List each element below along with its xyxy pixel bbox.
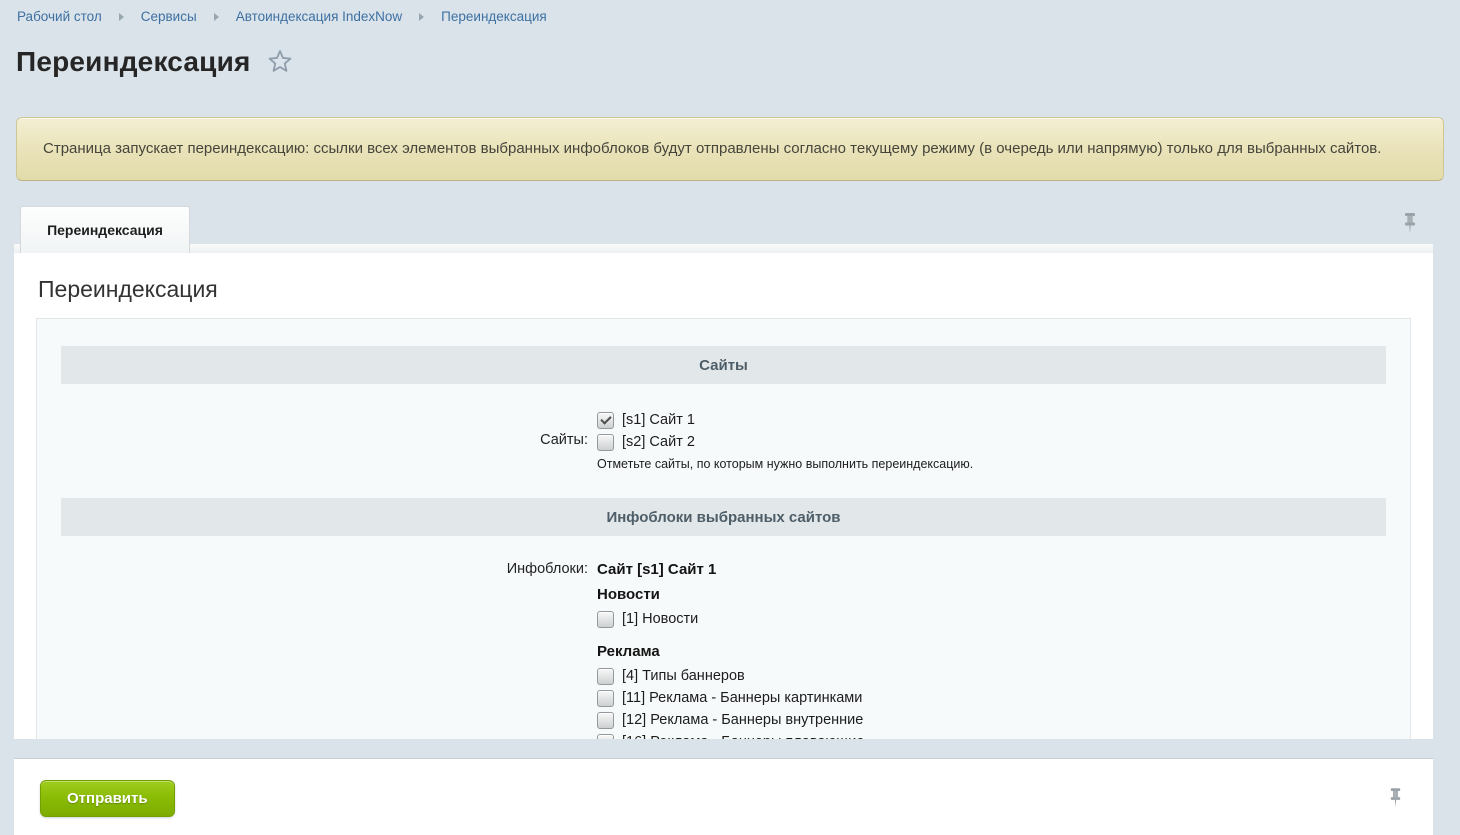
checkbox-infoblock-16[interactable]: [597, 734, 614, 740]
checkbox-site-s1[interactable]: [597, 412, 614, 429]
checkbox-label: [16] Реклама - Баннеры плавающие: [622, 734, 864, 739]
infoblock-checkbox-row[interactable]: [16] Реклама - Баннеры плавающие: [597, 731, 1410, 739]
section-header-sites: Сайты: [61, 346, 1386, 384]
form-box: Сайты Сайты: [s1] Сайт 1 [s2] Сайт 2 Отм…: [36, 318, 1411, 739]
pushpin-icon[interactable]: [1388, 787, 1403, 815]
site-checkbox-row[interactable]: [s1] Сайт 1: [597, 409, 1410, 431]
tab-label: Переиндексация: [47, 222, 163, 238]
breadcrumb-link-services[interactable]: Сервисы: [141, 9, 197, 24]
tab-strip: Переиндексация: [14, 203, 1433, 253]
infoblock-checkbox-row[interactable]: [1] Новости: [597, 608, 1410, 630]
section-header-infoblocks: Инфоблоки выбранных сайтов: [61, 498, 1386, 536]
sites-field-note: Отметьте сайты, по которым нужно выполни…: [597, 457, 1410, 471]
page-title-row: Переиндексация: [0, 24, 1460, 80]
checkbox-site-s2[interactable]: [597, 434, 614, 451]
breadcrumb: Рабочий стол Сервисы Автоиндексация Inde…: [0, 0, 1460, 24]
notice-text: Страница запускает переиндексацию: ссылк…: [43, 140, 1381, 157]
notice-banner: Страница запускает переиндексацию: ссылк…: [16, 117, 1444, 181]
infoblock-checkbox-row[interactable]: [12] Реклама - Баннеры внутренние: [597, 709, 1410, 731]
infoblocks-field-row: Инфоблоки: Сайт [s1] Сайт 1 Новости [1] …: [37, 561, 1410, 739]
infoblock-checkbox-row[interactable]: [4] Типы баннеров: [597, 665, 1410, 687]
infoblocks-field-value: Сайт [s1] Сайт 1 Новости [1] Новости Рек…: [597, 561, 1410, 739]
tab-reindex[interactable]: Переиндексация: [20, 206, 190, 253]
form-heading: Переиндексация: [14, 253, 1433, 303]
breadcrumb-separator-icon: [119, 13, 124, 21]
checkbox-infoblock-1[interactable]: [597, 611, 614, 628]
submit-button[interactable]: Отправить: [40, 780, 175, 817]
sites-field-row: Сайты: [s1] Сайт 1 [s2] Сайт 2 Отметьте …: [37, 409, 1410, 471]
section-header-infoblocks-label: Инфоблоки выбранных сайтов: [606, 509, 840, 526]
checkbox-label: [12] Реклама - Баннеры внутренние: [622, 712, 863, 728]
breadcrumb-separator-icon: [214, 13, 219, 21]
infoblocks-site-heading: Сайт [s1] Сайт 1: [597, 561, 1410, 579]
breadcrumb-link-indexnow[interactable]: Автоиндексация IndexNow: [236, 9, 402, 24]
tab-strip-baseline: [14, 243, 1433, 253]
checkbox-label: [11] Реклама - Баннеры картинками: [622, 690, 862, 706]
footer-bar: Отправить: [14, 758, 1433, 835]
page-title: Переиндексация: [16, 46, 251, 78]
breadcrumb-link-desktop[interactable]: Рабочий стол: [17, 9, 102, 24]
checkbox-label: [s1] Сайт 1: [622, 412, 695, 428]
pushpin-icon[interactable]: [1402, 212, 1418, 241]
infoblocks-field-label: Инфоблоки:: [37, 561, 597, 739]
checkbox-label: [4] Типы баннеров: [622, 668, 745, 684]
checkbox-label: [s2] Сайт 2: [622, 434, 695, 450]
section-header-sites-label: Сайты: [699, 357, 748, 374]
infoblock-checkbox-row[interactable]: [11] Реклама - Баннеры картинками: [597, 687, 1410, 709]
sites-field-value: [s1] Сайт 1 [s2] Сайт 2 Отметьте сайты, …: [597, 409, 1410, 471]
checkbox-infoblock-11[interactable]: [597, 690, 614, 707]
infoblocks-group-ads: Реклама: [597, 643, 1410, 661]
infoblocks-group-news: Новости: [597, 586, 1410, 604]
checkbox-infoblock-4[interactable]: [597, 668, 614, 685]
sites-field-label: Сайты:: [37, 409, 597, 471]
content-panel: Переиндексация Сайты Сайты: [s1] Сайт 1 …: [14, 253, 1433, 739]
site-checkbox-row[interactable]: [s2] Сайт 2: [597, 431, 1410, 453]
star-outline-icon[interactable]: [267, 49, 293, 80]
checkbox-infoblock-12[interactable]: [597, 712, 614, 729]
breadcrumb-link-reindex[interactable]: Переиндексация: [441, 9, 547, 24]
breadcrumb-separator-icon: [419, 13, 424, 21]
checkbox-label: [1] Новости: [622, 611, 698, 627]
